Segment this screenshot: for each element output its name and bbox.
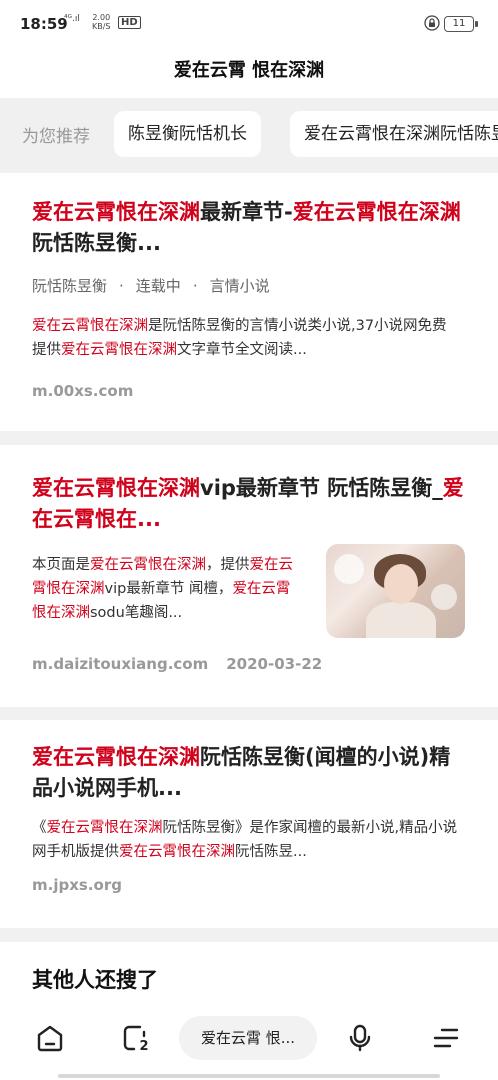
- search-result[interactable]: 爱在云霄恨在深渊vip最新章节 阮恬陈昱衡_爱在云霄恨在... 本页面是爱在云霄…: [0, 445, 498, 707]
- result-snippet: 本页面是爱在云霄恨在深渊，提供爱在云霄恨在深渊vip最新章节 闻檀，爱在云霄恨在…: [32, 553, 304, 625]
- title-highlight: 爱在云霄恨在深渊: [32, 476, 200, 500]
- recommend-label: 为您推荐: [22, 127, 90, 147]
- tabs-icon[interactable]: 2: [120, 1022, 152, 1054]
- title-highlight: 爱在云霄恨在深渊: [32, 200, 200, 224]
- network-speed-unit: KB/S: [92, 22, 111, 31]
- result-title[interactable]: 爱在云霄恨在深渊最新章节-爱在云霄恨在深渊阮恬陈昱衡...: [32, 197, 468, 259]
- lock-icon: [424, 15, 440, 31]
- snippet-highlight: 爱在云霄恨在深渊: [119, 844, 235, 860]
- result-thumbnail[interactable]: [326, 544, 465, 638]
- result-url: m.daizitouxiang.com 2020-03-22: [32, 655, 322, 673]
- battery-icon: 11: [444, 16, 478, 32]
- result-url: m.00xs.com: [32, 382, 134, 400]
- snippet-highlight: 爱在云霄恨在深渊: [32, 318, 148, 334]
- home-icon[interactable]: [34, 1022, 66, 1054]
- title-text: 阮恬陈昱衡...: [32, 231, 161, 255]
- meta-status: 连载中: [135, 277, 181, 295]
- network-speed-value: 2.00: [92, 13, 111, 22]
- recommend-bar: 为您推荐 陈昱衡阮恬机长 爱在云霄恨在深渊阮恬陈昱衡: [0, 98, 498, 170]
- tab-count: 2: [139, 1039, 148, 1054]
- result-title[interactable]: 爱在云霄恨在深渊vip最新章节 阮恬陈昱衡_爱在云霄恨在...: [32, 473, 468, 535]
- result-url: m.jpxs.org: [32, 876, 122, 894]
- result-meta: 阮恬陈昱衡 · 连载中 · 言情小说: [32, 277, 270, 295]
- meta-author: 阮恬陈昱衡: [32, 277, 108, 295]
- search-box[interactable]: 爱在云霄 恨...: [179, 1016, 317, 1060]
- snippet-highlight: 爱在云霄恨在深渊: [90, 557, 206, 573]
- result-title[interactable]: 爱在云霄恨在深渊阮恬陈昱衡(闻檀的小说)精品小说网手机...: [32, 742, 468, 804]
- snippet-text: vip最新章节 闻檀，: [104, 581, 233, 597]
- hd-icon: HD: [118, 16, 141, 29]
- snippet-text: 《: [32, 820, 47, 836]
- result-snippet: 爱在云霄恨在深渊是阮恬陈昱衡的言情小说类小说,37小说网免费提供爱在云霄恨在深渊…: [32, 314, 458, 362]
- title-bar: 爱在云霄 恨在深渊: [0, 50, 498, 98]
- mic-icon[interactable]: [344, 1022, 376, 1054]
- snippet-text: 阮恬陈昱...: [235, 844, 307, 860]
- search-result[interactable]: 爱在云霄恨在深渊最新章节-爱在云霄恨在深渊阮恬陈昱衡... 阮恬陈昱衡 · 连载中 ·…: [0, 173, 498, 431]
- snippet-text: 本页面是: [32, 557, 90, 573]
- recommend-chip[interactable]: 陈昱衡阮恬机长: [114, 111, 261, 157]
- title-highlight: 爱在云霄恨在深渊: [292, 200, 461, 224]
- recommend-chip[interactable]: 爱在云霄恨在深渊阮恬陈昱衡: [290, 111, 498, 157]
- snippet-text: 文字章节全文阅读...: [177, 342, 307, 358]
- snippet-highlight: 爱在云霄恨在深渊: [46, 820, 163, 836]
- status-time: 18:59: [20, 15, 68, 33]
- title-highlight: 爱在云霄恨在深渊: [32, 745, 200, 769]
- bottom-nav: 2 爱在云霄 恨...: [0, 1002, 498, 1080]
- related-searches: 其他人还搜了: [0, 942, 498, 1002]
- result-domain: m.daizitouxiang.com: [32, 655, 209, 673]
- result-date: 2020-03-22: [226, 655, 323, 673]
- network-speed: 2.00 KB/S: [92, 13, 111, 31]
- title-text: 最新章节-: [200, 200, 293, 224]
- menu-icon[interactable]: [430, 1022, 462, 1054]
- search-result[interactable]: 爱在云霄恨在深渊阮恬陈昱衡(闻檀的小说)精品小说网手机... 《爱在云霄恨在深渊…: [0, 720, 498, 928]
- status-bar: 18:59 ⁴ᴳ.ıl 2.00 KB/S HD 11: [0, 0, 498, 50]
- signal-icon: ⁴ᴳ.ıl: [64, 14, 80, 24]
- snippet-text: ，提供: [206, 557, 250, 573]
- title-text: vip最新章节 阮恬陈昱衡_: [200, 476, 443, 500]
- snippet-text: sodu笔趣阁...: [90, 605, 183, 621]
- result-snippet: 《爱在云霄恨在深渊阮恬陈昱衡》是作家闻檀的最新小说,精品小说网手机版提供爱在云霄…: [32, 816, 460, 864]
- meta-genre: 言情小说: [209, 277, 270, 295]
- snippet-highlight: 爱在云霄恨在深渊: [61, 342, 177, 358]
- related-searches-title: 其他人还搜了: [32, 968, 158, 992]
- home-indicator[interactable]: [58, 1074, 440, 1078]
- page-title[interactable]: 爱在云霄 恨在深渊: [0, 56, 498, 82]
